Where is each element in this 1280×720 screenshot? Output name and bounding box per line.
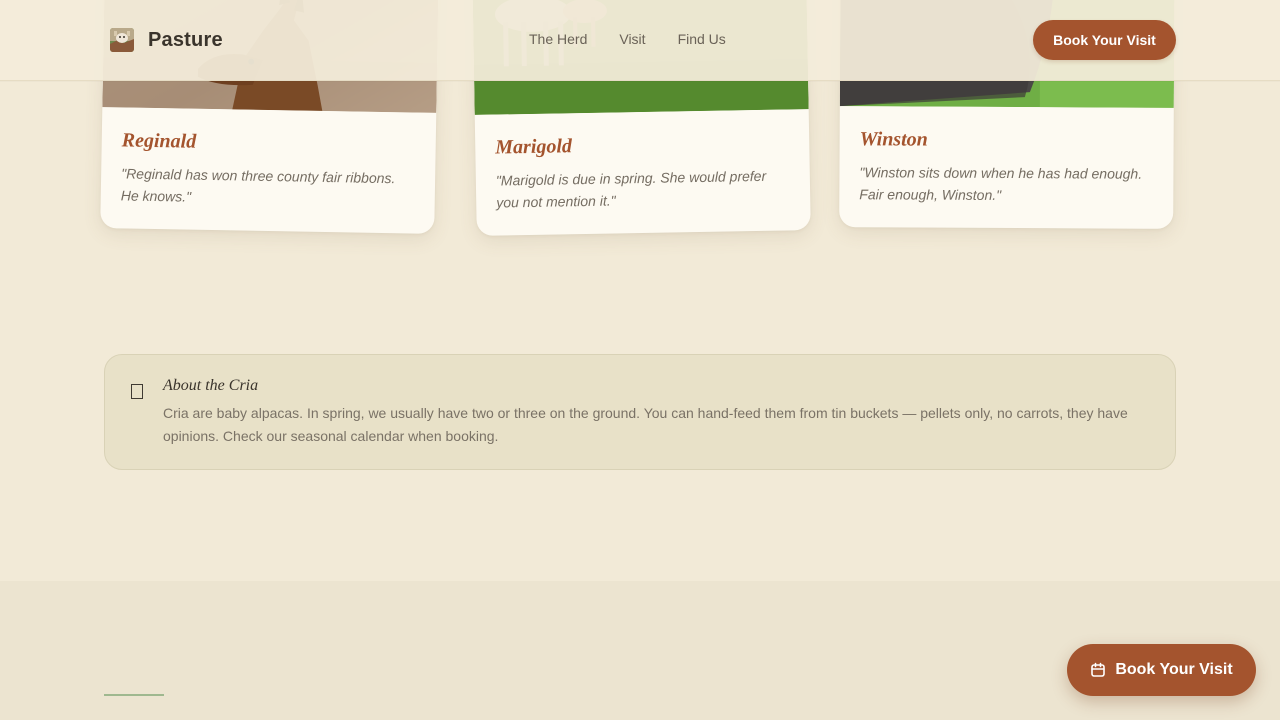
cria-info-box: About the Cria Cria are baby alpacas. In… [104,354,1176,470]
floating-book-visit-label: Book Your Visit [1115,661,1233,678]
card-quote: "Marigold is due in spring. She would pr… [495,167,767,211]
card-name: Reginald [121,129,197,153]
floating-book-visit-button[interactable]: Book Your Visit [1067,644,1256,696]
card-name: Winston [859,128,928,151]
book-visit-button[interactable]: Book Your Visit [1033,20,1176,60]
nav-link-the-herd[interactable]: The Herd [529,31,587,47]
calendar-icon [1091,662,1106,677]
nav-link-find-us[interactable]: Find Us [678,31,726,47]
card-body: Winston "Winston sits down when he has h… [839,106,1174,229]
card-quote: "Winston sits down when he has had enoug… [859,164,1143,203]
card-quote: "Reginald has won three county fair ribb… [120,165,396,205]
brand-name: Pasture [148,28,223,51]
brand[interactable]: Pasture [110,28,223,52]
cria-title: About the Cria [163,377,259,394]
alpaca-logo-icon [110,28,134,52]
book-icon [131,384,143,399]
main-nav: The Herd Visit Find Us [529,31,726,47]
nav-link-visit[interactable]: Visit [619,31,645,47]
card-body: Marigold "Marigold is due in spring. She… [475,109,811,236]
card-body: Reginald "Reginald has won three county … [100,107,436,234]
cria-text: Cria are baby alpacas. In spring, we usu… [163,405,1128,444]
site-header: Pasture The Herd Visit Find Us Book Your… [0,0,1280,81]
footer-divider [104,694,164,696]
page: Pasture The Herd Visit Find Us Book Your… [0,0,1280,720]
card-name: Marigold [495,135,573,159]
